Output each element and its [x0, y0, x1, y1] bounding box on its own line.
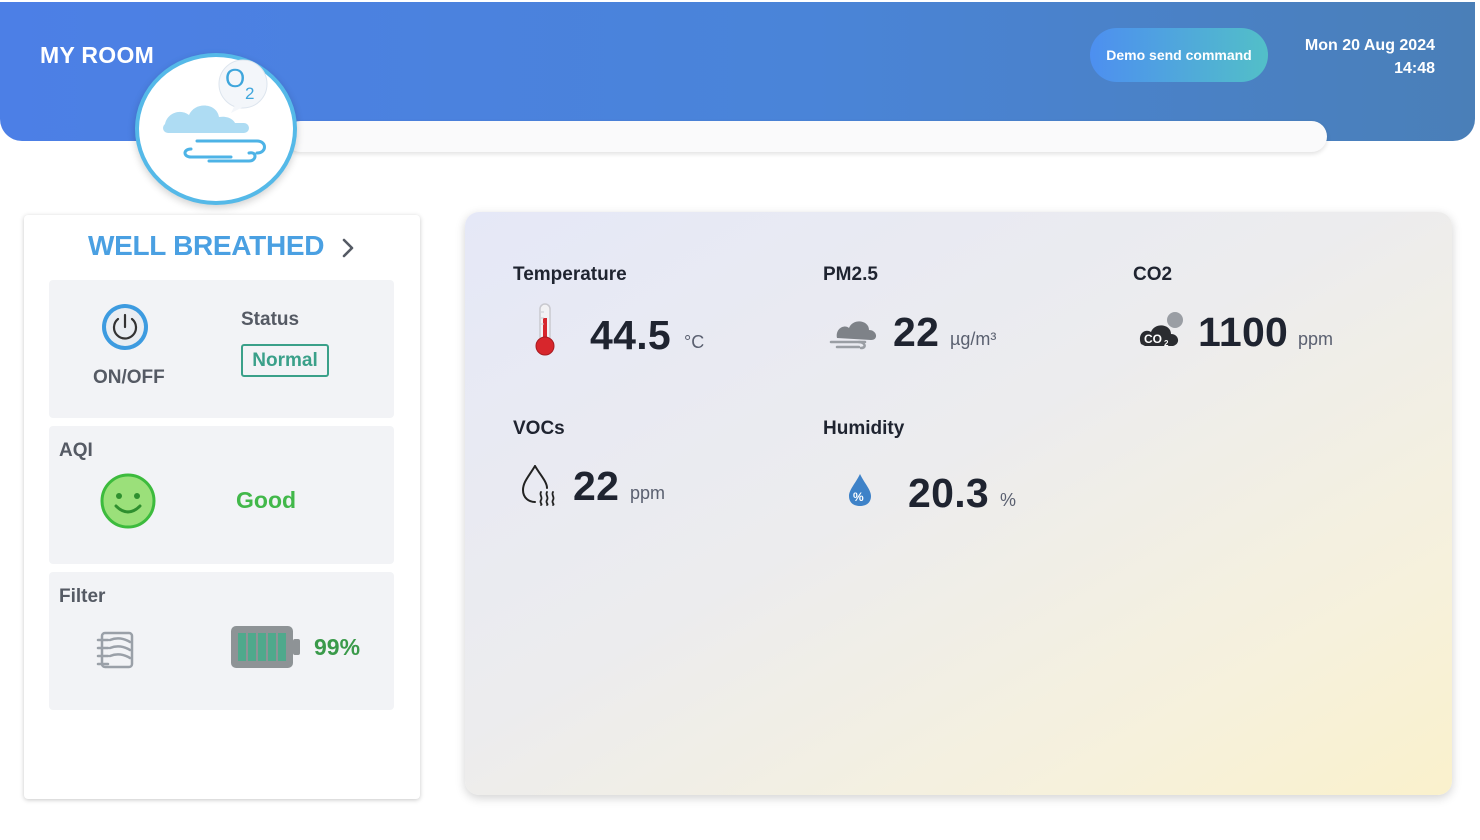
smiley-face-icon: [99, 472, 157, 535]
temperature-metric: Temperature 44.5 °C: [513, 264, 773, 364]
temperature-label: Temperature: [513, 264, 627, 285]
battery-cells: [238, 633, 286, 661]
thermometer-icon: [533, 302, 557, 363]
co2-label: CO2: [1133, 264, 1173, 285]
vapor-drop-icon: [521, 464, 561, 511]
battery-icon: [230, 624, 302, 675]
svg-text:2: 2: [245, 84, 254, 103]
filter-percent: 99%: [314, 634, 361, 660]
status-badge: Normal: [241, 344, 329, 377]
time-text: 14:48: [1394, 60, 1435, 77]
co2-unit: ppm: [1298, 329, 1334, 349]
datetime: Mon 20 Aug 2024 14:48: [1270, 34, 1435, 80]
panel-title[interactable]: WELL BREATHED: [88, 230, 324, 262]
power-label: ON/OFF: [93, 367, 165, 388]
humidity-value: 20.3: [908, 470, 989, 516]
co2-value: 1100: [1198, 309, 1289, 355]
humidity-metric: Humidity % 20.3 %: [823, 418, 1083, 518]
filter-label: Filter: [59, 586, 106, 607]
humidity-drop-icon: %: [847, 472, 873, 513]
aqi-card: AQI Good: [49, 426, 394, 564]
svg-text:O: O: [225, 63, 245, 93]
date-text: Mon 20 Aug 2024: [1304, 37, 1435, 54]
power-icon[interactable]: [100, 302, 150, 357]
temperature-value: 44.5: [590, 312, 671, 358]
humidity-label: Humidity: [823, 418, 905, 439]
demo-send-command-button[interactable]: Demo send command: [1090, 28, 1268, 82]
power-status-card: ON/OFF Status Normal: [49, 280, 394, 418]
co2-cloud-icon: CO 2: [1137, 310, 1187, 355]
room-title: MY ROOM: [40, 42, 155, 68]
svg-text:2: 2: [1164, 339, 1169, 348]
cloud-wind-icon: [829, 314, 879, 357]
co2-metric: CO2 CO 2 1100 ppm: [1133, 264, 1393, 364]
chevron-right-icon[interactable]: [341, 237, 355, 264]
o2-cloud-wind-icon: O 2: [135, 53, 297, 205]
pm25-value: 22: [893, 309, 940, 355]
svg-text:CO: CO: [1144, 332, 1162, 346]
pm25-metric: PM2.5 22 µg/m³: [823, 264, 1083, 364]
vocs-value: 22: [573, 463, 620, 509]
aqi-label: AQI: [59, 440, 93, 461]
vocs-metric: VOCs 22 ppm: [513, 418, 773, 518]
status-label: Status: [241, 309, 300, 330]
device-panel: WELL BREATHED ON/OFF Status Normal AQI G…: [24, 215, 420, 799]
filter-icon: [96, 628, 140, 677]
humidity-unit: %: [1000, 490, 1017, 510]
aqi-value: Good: [236, 487, 297, 513]
filter-card: Filter 99%: [49, 572, 394, 710]
pm25-label: PM2.5: [823, 264, 878, 285]
vocs-unit: ppm: [630, 483, 666, 503]
vocs-label: VOCs: [513, 418, 565, 439]
temperature-unit: °C: [684, 332, 705, 352]
header-progress-track: [285, 121, 1327, 152]
pm25-unit: µg/m³: [950, 329, 997, 349]
metrics-panel: Temperature 44.5 °C PM2.5 22 µg/m³ CO2 C…: [465, 212, 1452, 795]
svg-text:%: %: [853, 490, 864, 504]
